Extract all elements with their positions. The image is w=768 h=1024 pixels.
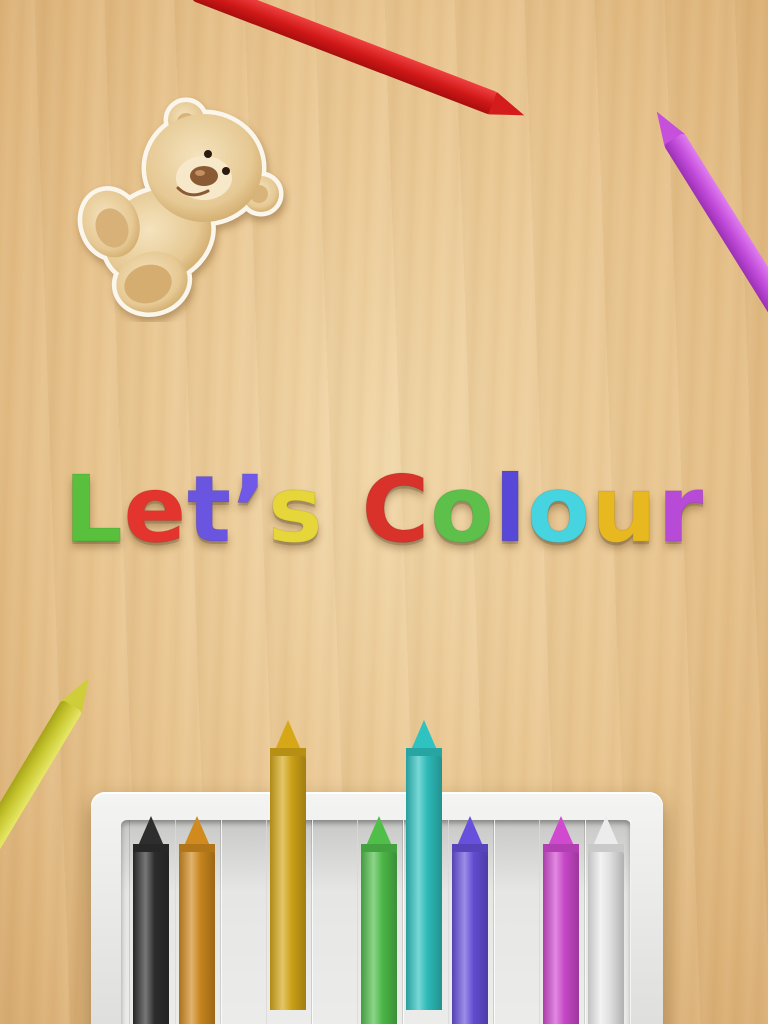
blue-violet-crayon[interactable] bbox=[451, 816, 488, 1024]
orange-crayon-body bbox=[178, 852, 215, 1024]
white-crayon-tip bbox=[593, 816, 619, 846]
crayon-slot bbox=[493, 820, 540, 1024]
crayon-box-tray bbox=[121, 720, 631, 1024]
title-letter: e bbox=[123, 456, 187, 564]
black-crayon-tip bbox=[138, 816, 164, 846]
title-letter: L bbox=[63, 456, 124, 564]
teal-crayon[interactable] bbox=[406, 720, 442, 1010]
title-letter: l bbox=[494, 456, 527, 564]
magenta-crayon-body bbox=[542, 852, 579, 1024]
green-crayon-body bbox=[360, 852, 397, 1024]
red-crayon-tip bbox=[488, 91, 529, 127]
white-crayon-body bbox=[588, 852, 624, 1024]
green-crayon[interactable] bbox=[360, 816, 397, 1024]
crayon-slot bbox=[220, 820, 267, 1024]
magenta-crayon[interactable] bbox=[542, 816, 579, 1024]
gold-crayon-tip bbox=[274, 720, 301, 750]
game-title: Let’s Colour bbox=[0, 455, 768, 565]
orange-crayon[interactable] bbox=[178, 816, 215, 1024]
black-crayon-body bbox=[133, 852, 169, 1024]
title-letter: r bbox=[657, 456, 705, 564]
black-crayon[interactable] bbox=[133, 816, 169, 1024]
title-letter: o bbox=[526, 456, 592, 564]
title-letter: o bbox=[430, 456, 495, 564]
white-crayon[interactable] bbox=[588, 816, 624, 1024]
gold-crayon[interactable] bbox=[269, 720, 306, 1010]
crayon-box bbox=[91, 720, 663, 1024]
gold-crayon-body bbox=[269, 756, 306, 1010]
yellow-crayon-body bbox=[0, 699, 83, 918]
crayon-slot bbox=[311, 820, 358, 1024]
purple-crayon-body bbox=[663, 132, 768, 349]
teal-crayon-body bbox=[406, 756, 442, 1010]
teal-crayon-tip bbox=[411, 720, 437, 750]
title-letter: s bbox=[267, 456, 324, 564]
magenta-crayon-tip bbox=[547, 816, 574, 846]
title-letter: C bbox=[361, 456, 431, 564]
teddy-bear-icon[interactable] bbox=[66, 96, 292, 322]
blue-violet-crayon-body bbox=[451, 852, 488, 1024]
orange-crayon-tip bbox=[183, 816, 210, 846]
blue-violet-crayon-tip bbox=[456, 816, 483, 846]
title-letter: u bbox=[591, 456, 658, 564]
wood-table-background: Let’s Colour bbox=[0, 0, 768, 1024]
title-letter: t bbox=[186, 456, 232, 564]
title-letter: ’ bbox=[231, 456, 268, 564]
green-crayon-tip bbox=[365, 816, 392, 846]
